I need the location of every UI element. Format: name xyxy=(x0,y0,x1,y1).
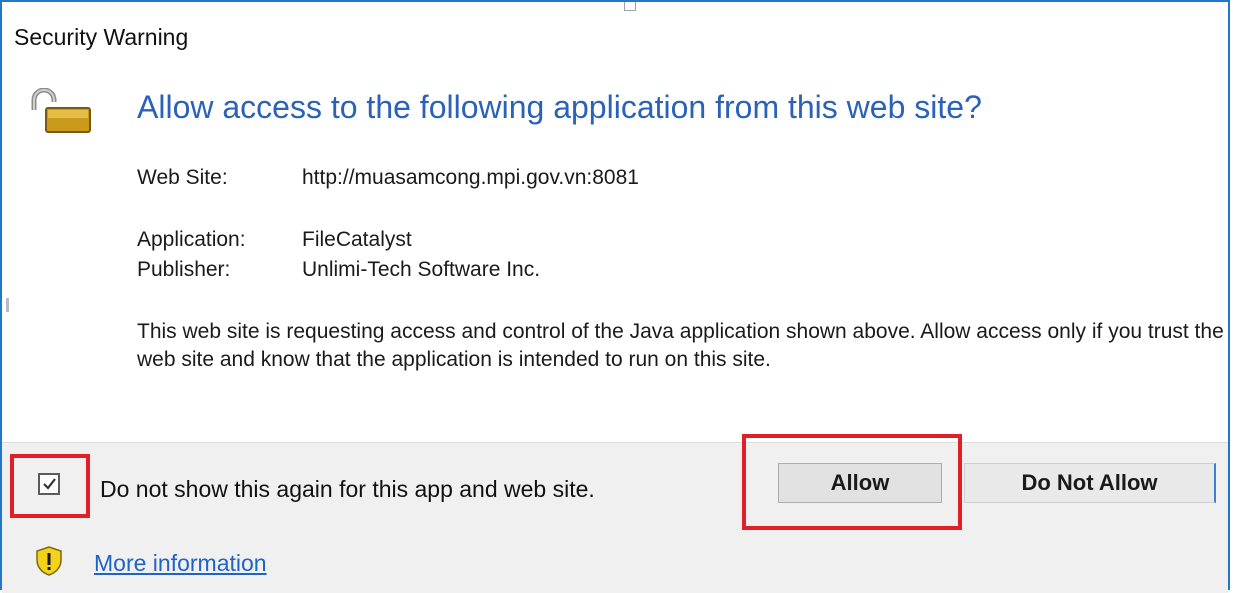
warning-description: This web site is requesting access and c… xyxy=(137,320,1224,371)
checkmark-icon xyxy=(43,478,56,490)
warning-shield-icon xyxy=(34,545,64,577)
padlock-open-icon xyxy=(28,87,94,134)
website-value: http://muasamcong.mpi.gov.vn:8081 xyxy=(302,166,639,189)
do-not-allow-button[interactable]: Do Not Allow xyxy=(964,463,1216,503)
publisher-label: Publisher: xyxy=(137,258,231,281)
publisher-value: Unlimi-Tech Software Inc. xyxy=(302,258,541,281)
application-value: FileCatalyst xyxy=(302,228,412,251)
website-label: Web Site: xyxy=(137,166,228,189)
dialog-question: Allow access to the following applicatio… xyxy=(137,89,982,125)
do-not-show-again-label[interactable]: Do not show this again for this app and … xyxy=(100,476,595,503)
application-label: Application: xyxy=(137,228,246,251)
dialog-title: Security Warning xyxy=(14,24,189,50)
allow-button[interactable]: Allow xyxy=(778,463,942,503)
security-warning-dialog: Security Warning Allow access to the fol… xyxy=(0,0,1230,593)
resize-handle-left[interactable] xyxy=(6,298,9,312)
do-not-show-again-checkbox[interactable] xyxy=(38,473,60,495)
more-information-link[interactable]: More information xyxy=(94,550,267,577)
resize-handle-top[interactable] xyxy=(624,2,636,11)
